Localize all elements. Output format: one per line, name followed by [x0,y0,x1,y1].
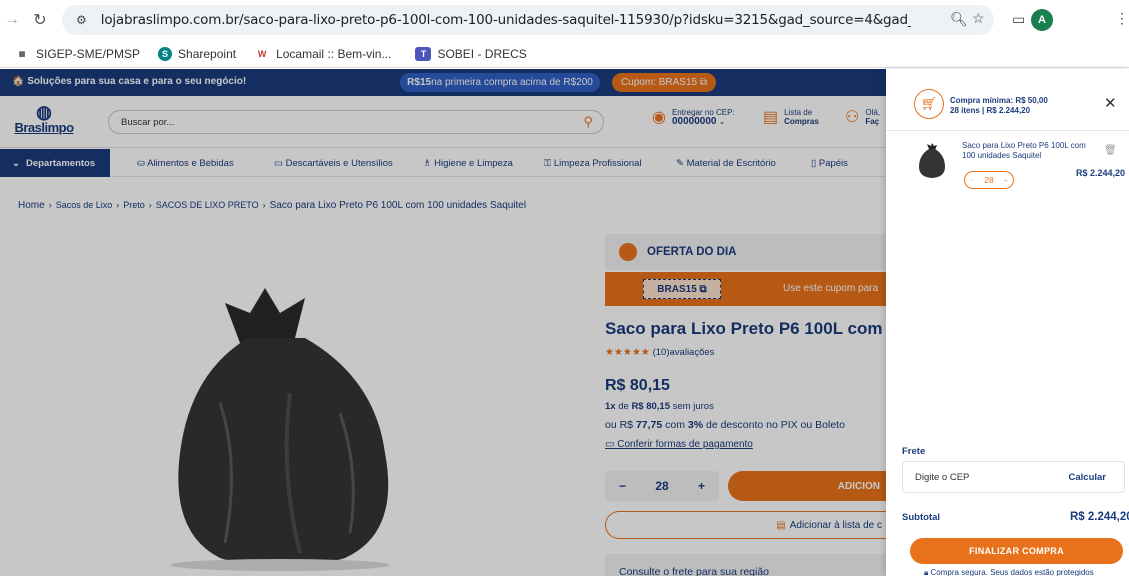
address-bar[interactable]: ⚙ lojabraslimpo.com.br/saco-para-lixo-pr… [62,5,994,35]
bookmark-sharepoint[interactable]: S Sharepoint [158,46,237,61]
calculate-button[interactable]: Calcular [1069,472,1107,483]
cart-item-name[interactable]: Saco para Lixo Preto P6 100L com 100 uni… [962,141,1100,161]
browser-toolbar: → ↻ ⚙ lojabraslimpo.com.br/saco-para-lix… [0,0,1129,40]
bookmark-label: Sharepoint [178,46,237,61]
forward-icon[interactable]: → [0,8,24,32]
bookmark-label: Locamail :: Bem-vin... [276,46,392,61]
locamail-icon: W [257,48,267,59]
bookmark-locamail[interactable]: W Locamail :: Bem-vin... [254,46,392,61]
checkout-button[interactable]: FINALIZAR COMPRA [910,538,1123,564]
menu-icon[interactable]: ⋮ [1115,10,1129,27]
reload-icon[interactable]: ↻ [28,8,52,32]
close-icon[interactable]: ✕ [1104,94,1117,112]
cart-summary: Compra mínima: R$ 50,00 28 itens | R$ 2.… [950,96,1048,116]
plus-button[interactable]: + [1003,175,1008,185]
teams-icon: T [415,46,432,61]
bookmark-sigep[interactable]: ▦ SIGEP-SME/PMSP [14,47,140,61]
lock-icon: 🔒︎ [924,568,929,576]
cep-placeholder: Digite o CEP [915,471,970,483]
cart-item-price: R$ 2.244,20 [1076,168,1126,178]
cep-input[interactable]: Digite o CEP Calcular [902,461,1125,493]
bookmark-sobei[interactable]: T SOBEI - DRECS [415,46,527,61]
cart-item-qty: 28 [984,175,994,185]
secure-text: Compra segura. Seus dados estão protegid… [930,568,1094,576]
zoom-icon[interactable]: 🔍︎ [950,11,968,28]
trash-icon[interactable]: 🗑︎ [1104,145,1117,156]
profile-avatar[interactable]: A [1031,9,1053,31]
secure-purchase-note: 🔒︎ Compra segura. Seus dados estão prote… [924,568,1094,576]
sharepoint-icon: S [158,46,173,61]
bookmark-label: SOBEI - DRECS [437,46,527,61]
subtotal-value: R$ 2.244,20 [1070,511,1129,523]
subtotal-label: Subtotal [902,512,940,523]
shipping-label: Frete [902,446,926,457]
minus-button[interactable]: − [970,175,975,185]
page-overlay[interactable] [0,69,886,576]
sigep-icon: ▦ [18,50,26,58]
cart-item-quantity-stepper[interactable]: − 28 + [964,171,1014,189]
site-settings-icon[interactable]: ⚙ [76,13,87,27]
bookmark-label: SIGEP-SME/PMSP [36,46,141,61]
bookmarks-bar: ▦ SIGEP-SME/PMSP S Sharepoint W Locamail… [0,40,1129,68]
bookmark-star-icon[interactable]: ☆ [972,10,985,27]
cart-item-image [919,143,945,178]
checkout-label: FINALIZAR COMPRA [969,546,1064,556]
url-text: lojabraslimpo.com.br/saco-para-lixo-pret… [100,12,911,28]
cart-totals: 28 itens | R$ 2.244,20 [950,106,1031,115]
cast-icon[interactable]: ▭ [1012,11,1025,28]
cart-icon: 🛒︎ [914,89,944,119]
cart-drawer: 🛒︎ Compra mínima: R$ 50,00 28 itens | R$… [886,69,1129,576]
cart-header: 🛒︎ Compra mínima: R$ 50,00 28 itens | R$… [886,69,1129,131]
min-purchase: Compra mínima: R$ 50,00 [950,96,1048,105]
